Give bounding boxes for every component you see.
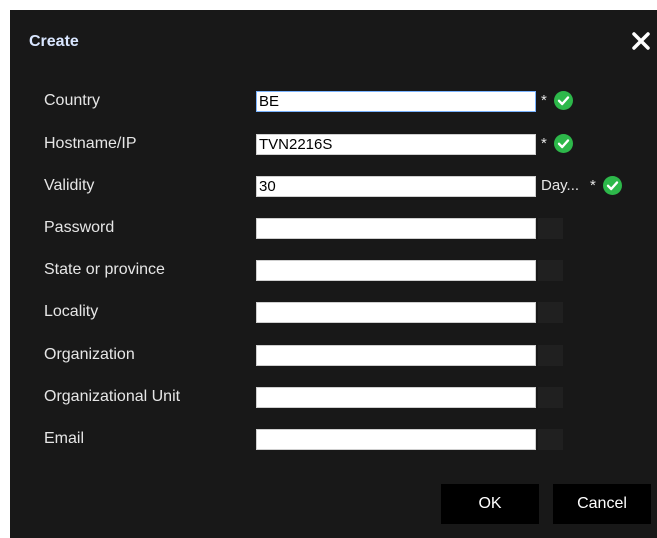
state-status-slot (538, 260, 563, 281)
state-input[interactable] (256, 260, 536, 281)
validity-row: Validity Day... * (10, 176, 657, 198)
country-required-mark: * (541, 92, 547, 109)
validity-required-mark: * (590, 177, 596, 194)
email-status-slot (538, 429, 563, 450)
hostname-row: Hostname/IP * (10, 134, 657, 156)
password-status-slot (538, 218, 563, 239)
email-label: Email (44, 430, 85, 447)
close-icon[interactable] (631, 31, 651, 51)
hostname-required-mark: * (541, 135, 547, 152)
organization-label: Organization (44, 346, 135, 363)
password-row: Password (10, 218, 657, 240)
create-dialog: Create Country * Hostname/IP * Validity … (10, 10, 657, 538)
hostname-input[interactable] (256, 134, 536, 155)
org-unit-row: Organizational Unit (10, 387, 657, 409)
locality-input[interactable] (256, 302, 536, 323)
validity-unit-select[interactable]: Day... (541, 177, 579, 194)
organization-row: Organization (10, 345, 657, 367)
locality-row: Locality (10, 302, 657, 324)
hostname-label: Hostname/IP (44, 135, 137, 152)
organization-input[interactable] (256, 345, 536, 366)
validity-input[interactable] (256, 176, 536, 197)
country-input[interactable] (256, 91, 536, 112)
validity-label: Validity (44, 177, 95, 194)
country-valid-check-icon (554, 91, 573, 110)
organization-status-slot (538, 345, 563, 366)
country-label: Country (44, 92, 101, 109)
org-unit-input[interactable] (256, 387, 536, 408)
cancel-button[interactable]: Cancel (553, 484, 651, 524)
hostname-valid-check-icon (554, 134, 573, 153)
email-row: Email (10, 429, 657, 451)
country-row: Country * (10, 91, 657, 113)
password-label: Password (44, 219, 115, 236)
password-input[interactable] (256, 218, 536, 239)
org-unit-label: Organizational Unit (44, 388, 181, 405)
state-row: State or province (10, 260, 657, 282)
locality-status-slot (538, 302, 563, 323)
locality-label: Locality (44, 303, 99, 320)
ok-button[interactable]: OK (441, 484, 539, 524)
dialog-title: Create (29, 33, 79, 50)
email-input[interactable] (256, 429, 536, 450)
state-label: State or province (44, 261, 165, 278)
validity-valid-check-icon (603, 176, 622, 195)
org-unit-status-slot (538, 387, 563, 408)
